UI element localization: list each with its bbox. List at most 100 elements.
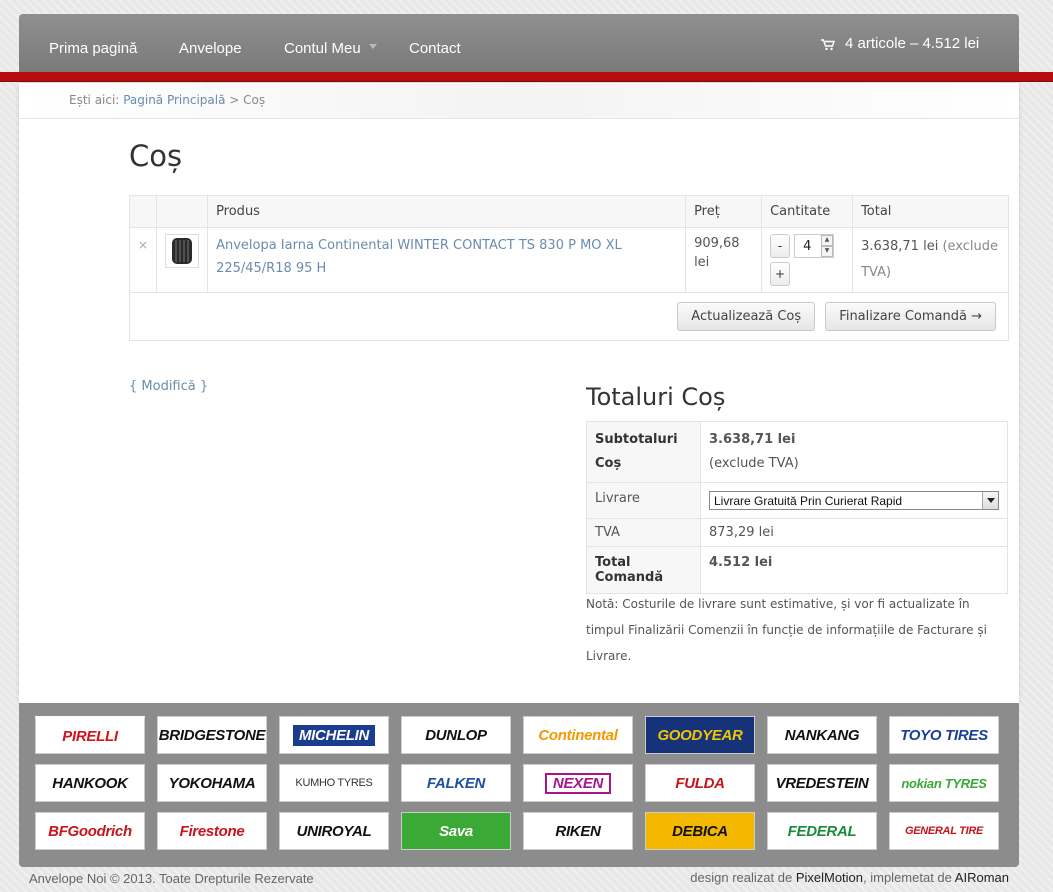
modify-link[interactable]: { Modifică }: [129, 379, 208, 394]
brand-logo-text: MICHELIN: [292, 724, 376, 746]
brand-logo[interactable]: FULDA: [645, 764, 755, 802]
cart-icon: [821, 38, 835, 50]
brand-logo[interactable]: KUMHO TYRES: [279, 764, 389, 802]
brand-logo[interactable]: BFGoodrich: [35, 812, 145, 850]
order-total-value: 4.512 lei: [700, 546, 1008, 594]
brand-logo[interactable]: NEXEN: [523, 764, 633, 802]
breadcrumb-home-link[interactable]: Pagină Principală: [123, 93, 225, 107]
cart-summary-link[interactable]: 4 articole – 4.512 lei: [821, 35, 979, 52]
brand-logo-text: PIRELLI: [62, 727, 118, 745]
brand-logo[interactable]: Sava: [401, 812, 511, 850]
tax-row: TVA 873,29 lei: [586, 518, 1008, 547]
main-panel: Ești aici: Pagină Principală > Coș Coș P…: [19, 83, 1019, 703]
nav-tires[interactable]: Anvelope: [179, 40, 242, 57]
brand-logo[interactable]: UNIROYAL: [279, 812, 389, 850]
remove-item-button[interactable]: ×: [128, 227, 158, 293]
nav-account[interactable]: Contul Meu: [284, 40, 361, 57]
price-cell: 909,68 lei: [685, 227, 763, 293]
brand-logo-text: YOKOHAMA: [168, 774, 256, 792]
subtotal-value: 3.638,71 lei: [709, 432, 796, 447]
brand-logo-text: UNIROYAL: [296, 822, 372, 840]
footer-impl-prefix: , implemetat de: [863, 870, 952, 885]
brand-logo[interactable]: TOYO TIRES: [889, 716, 999, 754]
footer-designer-link[interactable]: PixelMotion: [796, 870, 863, 885]
line-total-cell: 3.638,71 lei (exclude TVA): [852, 227, 1009, 293]
thumbnail-column-header: [156, 195, 209, 228]
breadcrumb-current: Coș: [243, 93, 266, 107]
shipping-note: Notă: Costurile de livrare sunt estimati…: [586, 597, 987, 663]
chevron-down-icon: [369, 44, 377, 49]
brand-logo-text: GENERAL TIRE: [904, 825, 984, 837]
brand-logo[interactable]: NANKANG: [767, 716, 877, 754]
tax-label: TVA: [586, 518, 701, 547]
brand-logo[interactable]: MICHELIN: [279, 716, 389, 754]
breadcrumb: Ești aici: Pagină Principală > Coș: [19, 83, 1019, 119]
brand-logo[interactable]: PIRELLI: [35, 716, 145, 754]
brand-logo[interactable]: nokian TYRES: [889, 764, 999, 802]
dropdown-arrow-icon[interactable]: [982, 492, 998, 509]
quantity-increase-button[interactable]: +: [770, 262, 791, 286]
quantity-input[interactable]: 4 ▲ ▼: [794, 234, 835, 258]
update-cart-button[interactable]: Actualizează Coș: [677, 302, 816, 331]
brand-logo-text: BRIDGESTONE: [158, 726, 266, 744]
shipping-label: Livrare: [586, 482, 701, 519]
brand-logo[interactable]: GOODYEAR: [645, 716, 755, 754]
brand-logo[interactable]: RIKEN: [523, 812, 633, 850]
spin-down-icon[interactable]: ▼: [821, 246, 834, 257]
brand-logo[interactable]: HANKOOK: [35, 764, 145, 802]
brand-logo-text: FALKEN: [426, 774, 486, 792]
spin-up-icon[interactable]: ▲: [821, 235, 834, 246]
cart-summary-text: 4 articole – 4.512 lei: [845, 35, 980, 52]
brand-logo-text: Firestone: [179, 822, 245, 840]
brand-logos-strip: PIRELLI BRIDGESTONE MICHELIN DUNLOP Continen…: [19, 703, 1019, 867]
subtotal-row: Subtotaluri Coș 3.638,71 lei (exclude TV…: [586, 421, 1008, 483]
brand-logo[interactable]: FALKEN: [401, 764, 511, 802]
brand-logo[interactable]: BRIDGESTONE: [157, 716, 267, 754]
brand-logo[interactable]: Continental: [523, 716, 633, 754]
brand-logo[interactable]: YOKOHAMA: [157, 764, 267, 802]
brand-logo-text: KUMHO TYRES: [295, 777, 373, 789]
total-column-header: Total: [852, 195, 1009, 228]
product-cell: Anvelopa Iarna Continental WINTER CONTAC…: [207, 227, 687, 293]
breadcrumb-prefix: Ești aici:: [69, 93, 120, 107]
brand-logo-text: RIKEN: [555, 822, 601, 840]
table-row: × Anvelopa Iarna Continental WINTER CONT…: [128, 227, 1009, 293]
order-total-label: Total Comandă: [586, 546, 701, 594]
brand-logo[interactable]: Firestone: [157, 812, 267, 850]
price-column-header: Preț: [685, 195, 763, 228]
checkout-button[interactable]: Finalizare Comandă →: [825, 302, 996, 331]
quantity-spinner[interactable]: ▲ ▼: [821, 235, 834, 257]
nav-contact[interactable]: Contact: [409, 40, 461, 57]
product-link[interactable]: Anvelopa Iarna Continental WINTER CONTAC…: [216, 238, 622, 276]
brand-logo-text: NANKANG: [784, 726, 860, 744]
cart-actions: Actualizează Coș Finalizare Comandă →: [129, 292, 1009, 341]
cart-totals-title: Totaluri Coș: [586, 383, 726, 411]
brand-logo-text: Continental: [538, 726, 618, 744]
tire-thumbnail[interactable]: [165, 234, 200, 268]
shipping-method-select[interactable]: Livrare Gratuită Prin Curierat Rapid: [709, 491, 999, 510]
brand-logo-text: GOODYEAR: [657, 726, 743, 744]
remove-column-header: [128, 195, 158, 228]
nav-home[interactable]: Prima pagină: [49, 40, 137, 57]
subtotal-note: (exclude TVA): [709, 456, 799, 471]
shipping-row: Livrare Livrare Gratuită Prin Curierat R…: [586, 482, 1008, 519]
brand-logo[interactable]: DUNLOP: [401, 716, 511, 754]
brand-logo[interactable]: GENERAL TIRE: [889, 812, 999, 850]
shipping-cell: Livrare Gratuită Prin Curierat Rapid: [700, 482, 1008, 519]
brand-logo[interactable]: VREDESTEIN: [767, 764, 877, 802]
header-red-stripe: [0, 72, 1053, 82]
brand-logo[interactable]: DEBICA: [645, 812, 755, 850]
brand-logo-text: DUNLOP: [425, 726, 487, 744]
subtotal-cell: 3.638,71 lei (exclude TVA): [700, 421, 1008, 483]
footer-design-prefix: design realizat de: [690, 870, 793, 885]
quantity-decrease-button[interactable]: -: [770, 234, 791, 258]
brand-logo-text: DEBICA: [672, 822, 728, 840]
brand-logo-text: FULDA: [675, 774, 725, 792]
cart-totals-table: Subtotaluri Coș 3.638,71 lei (exclude TV…: [586, 421, 1008, 594]
brand-logo-text: HANKOOK: [52, 774, 128, 792]
footer-credits: design realizat de PixelMotion, implemet…: [690, 870, 1009, 885]
footer-implementer-link[interactable]: AIRoman: [955, 870, 1009, 885]
breadcrumb-separator: >: [229, 93, 240, 107]
brand-logo[interactable]: FEDERAL: [767, 812, 877, 850]
quantity-column-header: Cantitate: [761, 195, 854, 228]
